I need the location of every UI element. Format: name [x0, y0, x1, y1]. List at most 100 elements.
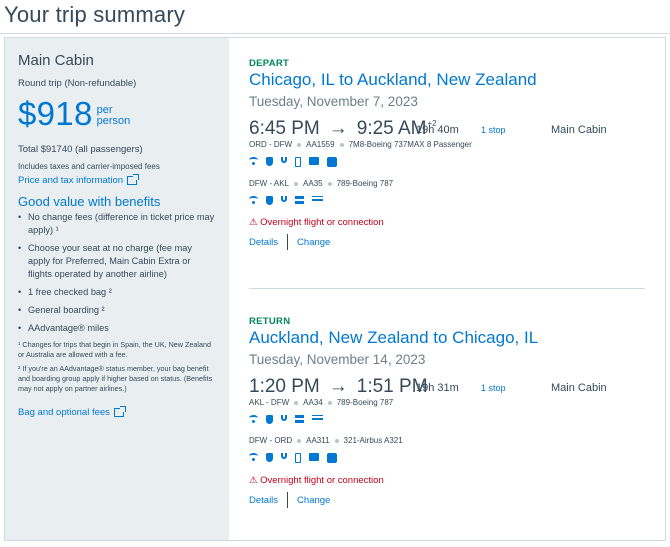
page-title: Your trip summary — [4, 2, 186, 27]
segment-flight: AA311 — [306, 436, 330, 445]
lie-flat-seat-icon — [312, 415, 323, 420]
trip-summary-card: Main Cabin Round trip (Non-refundable) $… — [4, 37, 666, 541]
segment-info: AKL - DFW AA34 789-Boeing 787 — [249, 398, 649, 407]
benefit-item: No change fees (difference in ticket pri… — [18, 211, 216, 237]
return-date: Tuesday, November 14, 2023 — [249, 352, 426, 367]
return-label: RETURN — [249, 316, 291, 327]
segment-info: ORD - DFW AA1559 7M8-Boeing 737MAX 8 Pas… — [249, 140, 649, 149]
depart-change-link[interactable]: Change — [297, 237, 330, 248]
benefit-item: 1 free checked bag ² — [18, 286, 216, 299]
section-divider — [249, 288, 645, 289]
segment-route: DFW - ORD — [249, 436, 293, 445]
wifi-icon — [249, 157, 258, 165]
depart-actions: Details Change — [249, 234, 649, 250]
return-duration: 19h 31m — [416, 382, 459, 394]
benefits-list: No change fees (difference in ticket pri… — [18, 211, 216, 335]
amenities-row — [249, 157, 649, 167]
entertainment-icon — [309, 453, 319, 461]
link-separator — [287, 234, 289, 250]
arrow-right-icon: → — [328, 118, 348, 139]
return-departure-time: 1:20 PM — [249, 376, 320, 397]
benefits-title: Good value with benefits — [18, 194, 161, 209]
phone-icon — [295, 157, 301, 167]
depart-cabin: Main Cabin — [551, 124, 607, 136]
footnote-2: ² If you're an AAdvantage® status member… — [18, 364, 213, 393]
arrow-right-icon: → — [328, 376, 348, 397]
dot-separator — [327, 181, 332, 186]
depart-date: Tuesday, November 7, 2023 — [249, 94, 418, 109]
return-details-link[interactable]: Details — [249, 495, 278, 506]
amenities-row — [249, 196, 649, 205]
phone-icon — [295, 453, 301, 463]
power-plug-icon — [281, 196, 287, 202]
shield-icon — [266, 157, 273, 166]
return-change-link[interactable]: Change — [297, 495, 330, 506]
shield-icon — [266, 453, 273, 462]
person-label: person — [96, 115, 131, 127]
fare-cabin-title: Main Cabin — [18, 52, 94, 69]
dot-separator — [334, 438, 339, 443]
wifi-icon — [249, 415, 258, 423]
overnight-warning: ⚠ Overnight flight or connection — [249, 475, 384, 486]
footnote-1: ¹ Changes for trips that begin in Spain,… — [18, 340, 211, 359]
price-tax-info-link[interactable]: Price and tax information — [18, 174, 216, 186]
per-person-label: per person — [97, 105, 131, 127]
price-tax-info-label[interactable]: Price and tax information — [18, 175, 123, 186]
benefit-item: Choose your seat at no charge (fee may a… — [18, 242, 216, 281]
depart-stops-link[interactable]: 1 stop — [481, 125, 506, 135]
segment-flight: AA34 — [303, 398, 323, 407]
external-link-icon[interactable] — [127, 174, 140, 185]
bag-fees-label[interactable]: Bag and optional fees — [18, 407, 110, 418]
power-plug-icon — [281, 157, 287, 163]
return-route: Auckland, New Zealand to Chicago, IL — [249, 328, 539, 347]
bag-fees-link[interactable]: Bag and optional fees — [18, 406, 216, 418]
shield-icon — [266, 196, 273, 205]
benefit-item: AAdvantage® miles — [18, 322, 216, 335]
segment-flight: AA1559 — [306, 140, 335, 149]
depart-details-link[interactable]: Details — [249, 237, 278, 248]
meal-icon — [295, 415, 304, 423]
segment-route: ORD - DFW — [249, 140, 293, 149]
external-link-icon[interactable] — [113, 406, 126, 417]
dot-separator — [297, 142, 302, 147]
dot-separator — [297, 438, 302, 443]
includes-fees-note: Includes taxes and carrier-imposed fees — [18, 162, 160, 171]
fare-sidebar: Main Cabin Round trip (Non-refundable) $… — [5, 38, 229, 540]
segment-route: DFW - AKL — [249, 179, 290, 188]
wifi-icon — [249, 453, 258, 461]
dot-separator — [327, 400, 332, 405]
music-icon — [327, 453, 337, 463]
dot-separator — [294, 400, 299, 405]
amenities-row — [249, 415, 649, 424]
depart-section: DEPART Chicago, IL to Auckland, New Zeal… — [249, 58, 649, 250]
segment-aircraft: 789-Boeing 787 — [336, 398, 394, 407]
benefit-item: General boarding ² — [18, 304, 216, 317]
entertainment-icon — [309, 157, 319, 165]
overnight-warning: ⚠ Overnight flight or connection — [249, 217, 384, 228]
price-row: $918 per person — [18, 97, 216, 131]
return-stops-link[interactable]: 1 stop — [481, 383, 506, 393]
return-times: 1:20 PM → 1:51 PM 19h 31m 1 stop Main Ca… — [249, 376, 649, 398]
segment-aircraft: 789-Boeing 787 — [336, 179, 394, 188]
return-actions: Details Change — [249, 492, 649, 508]
title-divider — [0, 33, 670, 34]
depart-label: DEPART — [249, 58, 290, 69]
depart-departure-time: 6:45 PM — [249, 118, 320, 139]
wifi-icon — [249, 196, 258, 204]
segment-aircraft: 7M8-Boeing 737MAX 8 Passenger — [348, 140, 472, 149]
music-icon — [327, 157, 337, 167]
dot-separator — [339, 142, 344, 147]
depart-times: 6:45 PM → 9:25 AM +2 19h 40m 1 stop Main… — [249, 118, 649, 140]
dot-separator — [294, 181, 299, 186]
depart-duration: 19h 40m — [416, 124, 459, 136]
shield-icon — [266, 415, 273, 424]
price-per-person: $918 — [18, 95, 93, 132]
trip-type: Round trip (Non-refundable) — [18, 78, 137, 89]
return-section: RETURN Auckland, New Zealand to Chicago,… — [249, 316, 649, 508]
return-cabin: Main Cabin — [551, 382, 607, 394]
segment-info: DFW - ORD AA311 321-Airbus A321 — [249, 436, 649, 445]
total-price: Total $91740 (all passengers) — [18, 144, 143, 155]
depart-route: Chicago, IL to Auckland, New Zealand — [249, 70, 537, 89]
segment-aircraft: 321-Airbus A321 — [343, 436, 403, 445]
meal-icon — [295, 196, 304, 204]
